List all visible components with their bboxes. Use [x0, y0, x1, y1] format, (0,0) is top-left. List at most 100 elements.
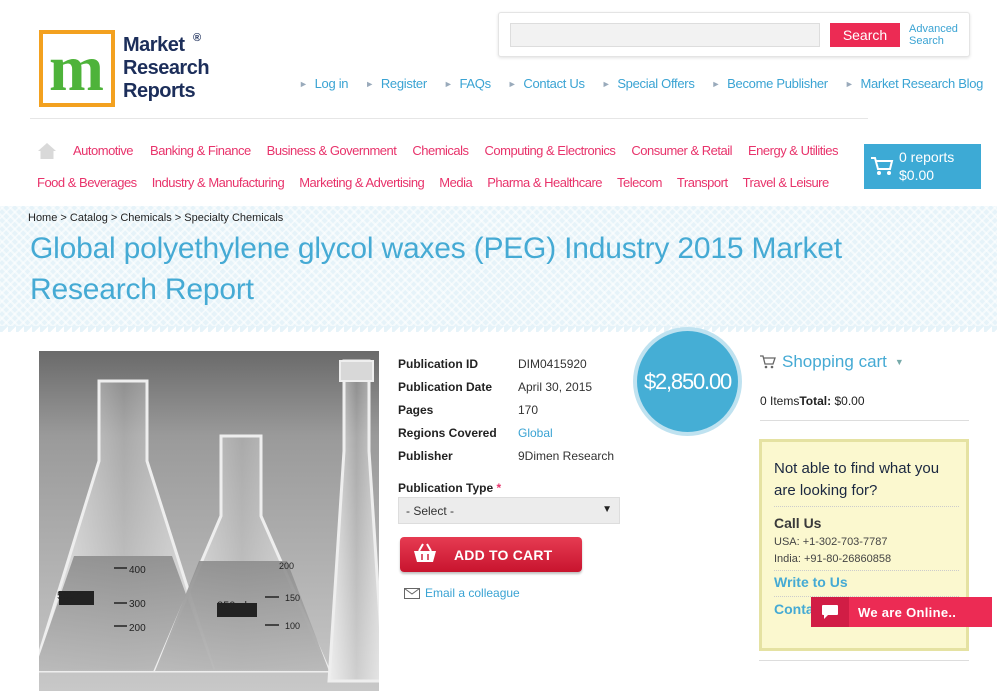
- logo-mark: m: [39, 30, 115, 107]
- header-cart[interactable]: 0 reports $0.00: [864, 144, 981, 189]
- logo-wordmark: Market Research Reports: [123, 34, 210, 103]
- category-nav-row-2: Food & Beverages Industry & Manufacturin…: [37, 175, 829, 190]
- search-button[interactable]: Search: [830, 23, 900, 47]
- category-business-government[interactable]: Business & Government: [267, 143, 397, 160]
- help-divider: [774, 570, 959, 571]
- publication-date-value: April 30, 2015: [518, 379, 593, 394]
- logo-line-3: Reports: [123, 80, 196, 102]
- title-banner: Home > Catalog > Chemicals > Specialty C…: [0, 206, 997, 332]
- arrow-icon: ►: [844, 78, 854, 89]
- advanced-search-line-1: Advanced: [909, 23, 958, 35]
- search-input[interactable]: [510, 23, 820, 47]
- category-food-beverages[interactable]: Food & Beverages: [37, 175, 137, 190]
- arrow-icon: ►: [507, 78, 517, 89]
- top-nav: ► Log in ► Register ► FAQs ► Contact Us ► Spe…: [299, 76, 983, 91]
- breadcrumb-specialty-chemicals[interactable]: Specialty Chemicals: [184, 212, 283, 224]
- arrow-icon: ►: [443, 78, 453, 89]
- arrow-icon: ►: [601, 78, 611, 89]
- category-banking-finance[interactable]: Banking & Finance: [150, 143, 251, 160]
- india-phone: India: +91-80-26860858: [774, 553, 892, 565]
- cart-divider: [760, 420, 969, 421]
- detail-row: Publication ID DIM0415920: [398, 352, 614, 375]
- top-link-label: Contact Us: [523, 76, 585, 91]
- breadcrumb-catalog[interactable]: Catalog: [70, 212, 108, 224]
- top-link-label: FAQs: [459, 76, 491, 91]
- category-telecom[interactable]: Telecom: [617, 175, 662, 190]
- cart-items-count: 0 Items: [760, 394, 800, 408]
- logo-line-2: Research: [123, 57, 210, 79]
- breadcrumb: Home > Catalog > Chemicals > Specialty C…: [28, 212, 284, 224]
- svg-text:500ml: 500ml: [57, 590, 87, 602]
- arrow-icon: ►: [711, 78, 721, 89]
- category-chemicals[interactable]: Chemicals: [412, 143, 469, 160]
- detail-label: Publisher: [398, 448, 453, 463]
- svg-text:100: 100: [285, 621, 300, 631]
- category-marketing-advertising[interactable]: Marketing & Advertising: [299, 175, 425, 190]
- site-logo[interactable]: m Market Research Reports ®: [39, 30, 219, 110]
- add-to-cart-label: ADD TO CART: [454, 547, 553, 563]
- top-link-label: Register: [380, 76, 427, 91]
- category-media[interactable]: Media: [439, 175, 472, 190]
- shopping-cart-header[interactable]: Shopping cart ▼: [760, 352, 904, 372]
- help-divider: [774, 506, 959, 507]
- envelope-icon: [404, 587, 420, 599]
- chevron-down-icon: ▼: [894, 357, 904, 367]
- top-link-login[interactable]: ► Log in: [299, 76, 349, 91]
- publication-type-select[interactable]: - Select - ▼: [398, 497, 620, 524]
- svg-text:200: 200: [129, 623, 146, 634]
- top-link-blog[interactable]: ► Market Research Blog: [844, 76, 984, 91]
- category-transport[interactable]: Transport: [677, 175, 728, 190]
- cart-total-label: Total:: [799, 394, 832, 408]
- publication-type-label-text: Publication Type: [398, 481, 494, 495]
- category-travel-leisure[interactable]: Travel & Leisure: [743, 175, 830, 190]
- usa-phone: USA: +1-302-703-7787: [774, 536, 888, 548]
- category-industry-manufacturing[interactable]: Industry & Manufacturing: [152, 175, 285, 190]
- top-link-label: Log in: [314, 76, 349, 91]
- cart-total-value: $0.00: [834, 394, 865, 408]
- category-energy-utilities[interactable]: Energy & Utilities: [748, 143, 838, 160]
- email-colleague-link[interactable]: Email a colleague: [404, 586, 520, 600]
- top-link-become-publisher[interactable]: ► Become Publisher: [711, 76, 829, 91]
- category-pharma-healthcare[interactable]: Pharma & Healthcare: [487, 175, 602, 190]
- detail-row: Pages 170: [398, 398, 614, 421]
- detail-label: Publication Date: [398, 379, 493, 394]
- top-link-special-offers[interactable]: ► Special Offers: [602, 76, 695, 91]
- breadcrumb-home[interactable]: Home: [28, 212, 57, 224]
- detail-label: Publication ID: [398, 356, 479, 371]
- page-title: Global polyethylene glycol waxes (PEG) I…: [30, 232, 842, 306]
- svg-text:200: 200: [279, 561, 294, 571]
- write-to-us-link[interactable]: Write to Us: [774, 574, 848, 590]
- product-image: 500ml 400 300 200 250ml 200 150 100: [39, 351, 379, 691]
- top-link-contact-us[interactable]: ► Contact Us: [508, 76, 585, 91]
- arrow-icon: ►: [365, 78, 374, 89]
- dropdown-arrow-icon: ▼: [602, 504, 612, 515]
- home-icon[interactable]: [37, 142, 57, 160]
- category-automotive[interactable]: Automotive: [73, 143, 134, 160]
- detail-label: Pages: [398, 402, 434, 417]
- arrow-icon: ►: [299, 78, 308, 89]
- breadcrumb-chemicals[interactable]: Chemicals: [120, 212, 171, 224]
- cart-report-count: 0 reports: [899, 149, 955, 165]
- detail-label: Regions Covered: [398, 425, 497, 440]
- top-link-register[interactable]: ► Register: [365, 76, 427, 91]
- add-to-cart-button[interactable]: ADD TO CART: [400, 537, 582, 572]
- basket-icon: [414, 543, 436, 562]
- publication-details: Publication ID DIM0415920 Publication Da…: [398, 352, 614, 467]
- top-link-faqs[interactable]: ► FAQs: [444, 76, 491, 91]
- registered-mark: ®: [193, 32, 202, 44]
- regions-covered-link[interactable]: Global: [518, 426, 553, 440]
- svg-text:400: 400: [129, 565, 146, 576]
- chat-label: We are Online..: [858, 604, 957, 620]
- detail-row: Regions Covered Global: [398, 421, 614, 444]
- advanced-search-link[interactable]: Advanced Search: [909, 23, 958, 47]
- chat-bubble-icon: [811, 597, 849, 627]
- svg-text:250ml: 250ml: [217, 600, 247, 612]
- lab-glassware-photo: 500ml 400 300 200 250ml 200 150 100: [39, 351, 379, 691]
- pages-value: 170: [518, 402, 539, 417]
- category-computing-electronics[interactable]: Computing & Electronics: [485, 143, 616, 160]
- publication-type-selected: - Select -: [406, 504, 455, 518]
- live-chat-button[interactable]: We are Online..: [811, 597, 992, 627]
- shopping-cart-title: Shopping cart: [782, 352, 887, 371]
- category-consumer-retail[interactable]: Consumer & Retail: [631, 143, 732, 160]
- banner-zigzag-edge: [0, 326, 997, 332]
